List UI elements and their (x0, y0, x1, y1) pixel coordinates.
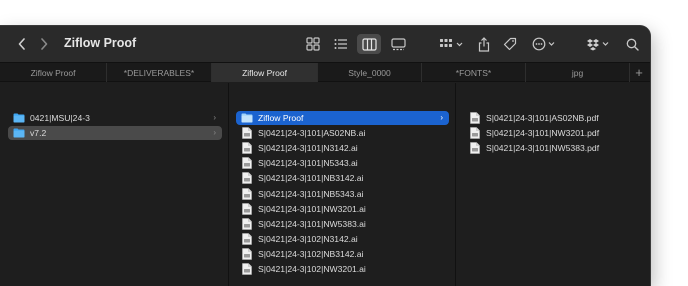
group-grid-icon (440, 39, 463, 47)
tab-style-0000[interactable]: Style_0000 (318, 63, 422, 82)
column-view-button[interactable] (357, 34, 381, 54)
list-item-label: S|0421|24-3|101|NW5383.pdf (486, 143, 600, 154)
ai-file-icon (240, 217, 254, 230)
tab-deliverables[interactable]: *DELIVERABLES* (107, 63, 212, 82)
tab-ziflow-proof-1[interactable]: Ziflow Proof (0, 63, 107, 82)
tab-bar: Ziflow Proof *DELIVERABLES* Ziflow Proof… (0, 62, 650, 82)
list-item-label: S|0421|24-3|101|AS02NB.pdf (486, 113, 599, 123)
list-item[interactable]: S|0421|24-3|101|NW3201.ai (236, 202, 449, 216)
dropbox-icon (587, 39, 609, 51)
tag-icon (503, 37, 517, 51)
list-item-selected[interactable]: Ziflow Proof › (236, 111, 449, 125)
chevron-right-icon: › (440, 113, 443, 122)
list-item[interactable]: S|0421|24-3|102|NB3142.ai (236, 247, 449, 261)
more-options-icon (532, 37, 555, 51)
column-3[interactable]: S|0421|24-3|101|AS02NB.pdf S|0421|24-3|10… (456, 83, 650, 286)
share-icon (478, 36, 490, 52)
column-2[interactable]: Ziflow Proof › S|0421|24-3|101|AS02NB.ai… (229, 83, 456, 286)
list-item[interactable]: S|0421|24-3|102|N3142.ai (236, 232, 449, 246)
column-1[interactable]: 0421|MSU|24-3 › v7.2 › (0, 83, 229, 286)
list-item-label: S|0421|24-3|101|NW5383.ai (258, 218, 366, 229)
grid-icon (306, 37, 320, 51)
icon-view-button[interactable] (305, 34, 321, 54)
group-button[interactable] (438, 34, 464, 54)
pdf-file-icon (468, 127, 482, 139)
list-item-label: S|0421|24-3|101|NB3142.ai (258, 173, 364, 184)
list-item-selected[interactable]: v7.2 › (8, 126, 222, 140)
folder-icon (12, 128, 26, 138)
ai-file-icon (240, 263, 254, 275)
columns-icon (361, 37, 377, 51)
folder-icon (12, 113, 26, 123)
ai-file-icon (240, 172, 254, 185)
list-item[interactable]: S|0421|24-3|101|AS02NB.ai (236, 126, 449, 140)
ai-file-icon (240, 127, 254, 139)
list-icon (334, 39, 347, 49)
list-item[interactable]: S|0421|24-3|101|NW3201.pdf (464, 126, 644, 140)
gallery-view-button[interactable] (389, 34, 407, 54)
window-title: Ziflow Proof (64, 36, 137, 50)
list-item-label: S|0421|24-3|102|N3142.ai (258, 233, 358, 244)
list-item-label: S|0421|24-3|102|NB3142.ai (258, 248, 364, 259)
finder-window: Ziflow Proof Ziflow Proof *DELIVERABLES*… (0, 26, 650, 286)
list-item[interactable]: S|0421|24-3|101|NW5383.ai (236, 217, 449, 231)
search-button[interactable] (624, 34, 640, 54)
list-item-label: S|0421|24-3|101|N3142.ai (258, 143, 358, 154)
list-item-label: v7.2 (30, 128, 47, 138)
search-icon (626, 38, 639, 51)
ai-file-icon (240, 187, 254, 200)
chevron-left-icon (18, 38, 25, 50)
folder-icon (240, 113, 254, 123)
new-tab-button[interactable]: + (630, 63, 648, 82)
list-item-label: S|0421|24-3|101|NB5343.ai (258, 188, 364, 199)
tag-button[interactable] (502, 34, 518, 54)
toolbar: Ziflow Proof (0, 26, 650, 62)
action-menu-button[interactable] (531, 34, 559, 54)
list-item[interactable]: S|0421|24-3|101|AS02NB.pdf (464, 111, 644, 125)
forward-button[interactable] (36, 35, 52, 53)
list-item[interactable]: 0421|MSU|24-3 › (8, 111, 222, 125)
list-item-label: S|0421|24-3|101|AS02NB.ai (258, 128, 366, 139)
tab-ziflow-proof-active[interactable]: Ziflow Proof (212, 63, 318, 82)
list-item-label: 0421|MSU|24-3 (30, 113, 90, 123)
ai-file-icon (240, 157, 254, 170)
dropbox-button[interactable] (586, 34, 612, 54)
ai-file-icon (240, 202, 254, 215)
list-item[interactable]: S|0421|24-3|101|NW5383.pdf (464, 141, 644, 155)
chevron-right-icon (41, 38, 48, 50)
list-item[interactable]: S|0421|24-3|101|NB3142.ai (236, 171, 449, 185)
list-item-label: S|0421|24-3|101|NW3201.pdf (486, 128, 600, 139)
list-item-label: S|0421|24-3|101|N5343.ai (258, 158, 358, 169)
list-item[interactable]: S|0421|24-3|101|N3142.ai (236, 141, 449, 155)
list-item[interactable]: S|0421|24-3|101|NB5343.ai (236, 187, 449, 201)
share-button[interactable] (476, 34, 492, 54)
back-button[interactable] (14, 35, 30, 53)
pdf-file-icon (468, 142, 482, 154)
list-item[interactable]: S|0421|24-3|101|N5343.ai (236, 156, 449, 170)
ai-file-icon (240, 142, 254, 154)
chevron-right-icon: › (213, 128, 216, 137)
list-item-label: S|0421|24-3|101|NW3201.ai (258, 203, 366, 214)
ai-file-icon (240, 232, 254, 245)
list-item-label: Ziflow Proof (258, 113, 304, 123)
tab-jpg[interactable]: jpg (526, 63, 630, 82)
list-view-button[interactable] (333, 34, 349, 54)
list-item[interactable]: S|0421|24-3|102|NW3201.ai (236, 262, 449, 276)
gallery-icon (390, 37, 406, 50)
tab-fonts[interactable]: *FONTS* (422, 63, 526, 82)
ai-file-icon (240, 248, 254, 260)
chevron-right-icon: › (213, 113, 216, 122)
pdf-file-icon (468, 112, 482, 124)
